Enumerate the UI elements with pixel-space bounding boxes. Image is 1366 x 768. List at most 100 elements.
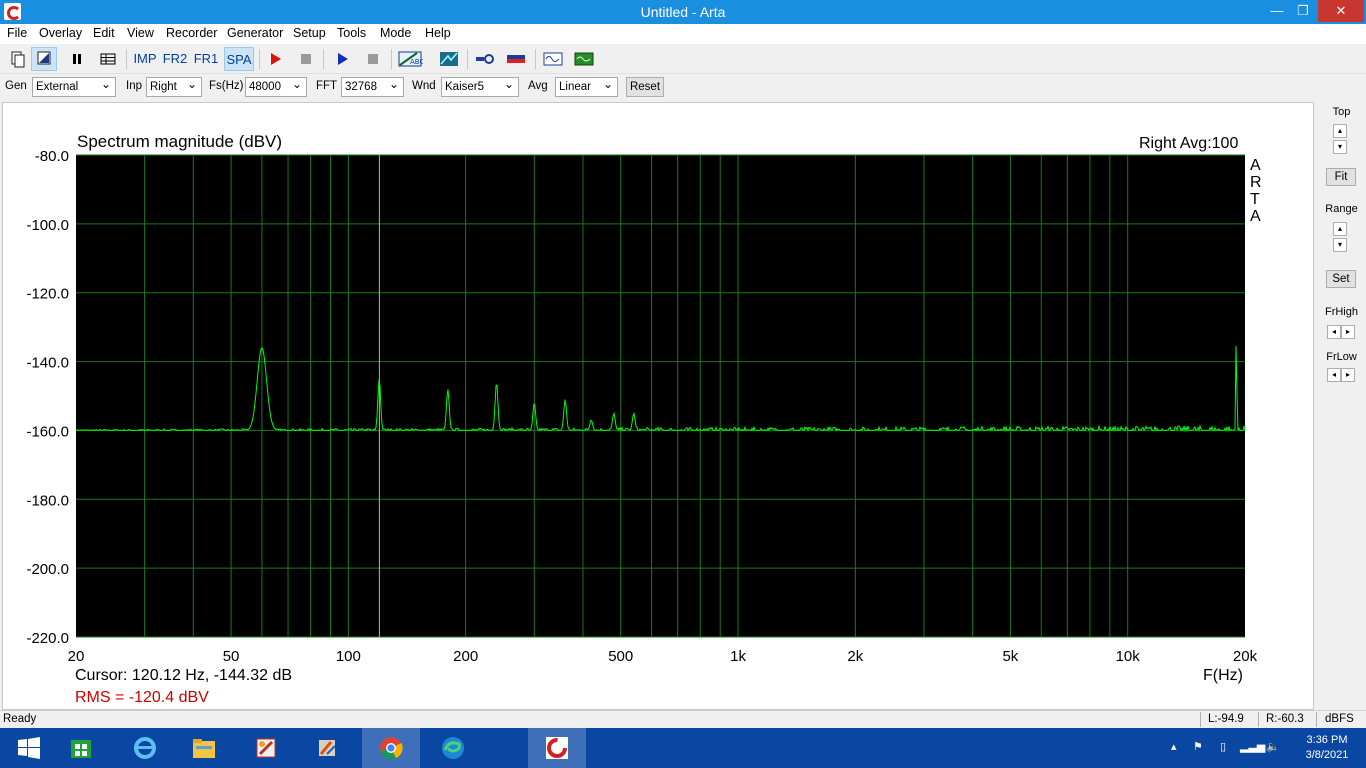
frhigh-right-button[interactable]: ▸	[1341, 325, 1355, 339]
taskbar-chrome[interactable]	[362, 728, 420, 768]
top-down-button[interactable]: ▾	[1333, 140, 1347, 154]
taskbar-store[interactable]	[52, 728, 110, 768]
taskbar-arta[interactable]	[528, 728, 586, 768]
status-bar: Ready L:-94.9 R:-60.3 dBFS	[0, 710, 1366, 728]
gen-select[interactable]: External	[32, 77, 116, 97]
probe-icon[interactable]	[472, 47, 498, 71]
fr2-mode-button[interactable]: FR2	[162, 47, 188, 71]
minimize-button[interactable]: —	[1264, 0, 1290, 22]
svg-text:ABC: ABC	[410, 58, 423, 66]
frhigh-left-button[interactable]: ◂	[1327, 325, 1341, 339]
menu-edit[interactable]: Edit	[93, 26, 115, 40]
taskbar-edge[interactable]	[424, 728, 482, 768]
chrome-icon	[380, 737, 403, 760]
spa-mode-button[interactable]: SPA	[224, 47, 254, 71]
taskbar-app-paint[interactable]	[237, 728, 295, 768]
new-icon[interactable]	[4, 47, 30, 71]
pause-icon[interactable]	[64, 47, 90, 71]
taskbar: ▴ ⚑ ▯ ▂▃▅ 🔈 3:36 PM 3/8/2021	[0, 728, 1366, 768]
flag-icon[interactable]: ⚑	[1193, 740, 1203, 753]
tools-app-icon	[319, 740, 336, 756]
y-axis-ticks: -80.0 -100.0 -120.0 -140.0 -160.0 -180.0 -200.…	[26, 148, 69, 647]
menu-generator[interactable]: Generator	[227, 26, 283, 40]
wnd-select[interactable]: Kaiser5	[441, 77, 519, 97]
avg-label: Avg	[528, 80, 548, 92]
taskbar-app-tools[interactable]	[298, 728, 356, 768]
x-axis-label: F(Hz)	[1203, 667, 1243, 684]
menu-setup[interactable]: Setup	[293, 26, 326, 40]
unit-readout: dBFS	[1325, 713, 1354, 725]
title-bar: Untitled - Arta — ❐ ✕	[0, 0, 1366, 24]
stop-record-icon[interactable]	[293, 47, 319, 71]
meter-icon[interactable]	[503, 47, 529, 71]
fs-label: Fs(Hz)	[209, 80, 244, 92]
rms-readout: RMS = -120.4 dBV	[75, 689, 209, 706]
show-hidden-icons[interactable]: ▴	[1171, 740, 1177, 753]
edge-icon	[442, 737, 464, 759]
frlow-right-button[interactable]: ▸	[1341, 368, 1355, 382]
x-tick-label: 100	[336, 648, 361, 665]
system-clock[interactable]: 3:36 PM 3/8/2021	[1292, 733, 1362, 763]
menu-help[interactable]: Help	[425, 26, 451, 40]
y-tick-label: -160.0	[26, 423, 69, 440]
start-button[interactable]	[0, 728, 58, 768]
x-tick-label: 2k	[847, 648, 863, 665]
waterfall-icon[interactable]	[436, 47, 462, 71]
frlow-label: FrLow	[1326, 351, 1357, 363]
fit-button[interactable]: Fit	[1326, 168, 1356, 186]
plot-background[interactable]	[76, 155, 1245, 637]
reset-button[interactable]: Reset	[626, 77, 664, 97]
menu-recorder[interactable]: Recorder	[166, 26, 217, 40]
network-icon[interactable]: ▂▃▅	[1240, 740, 1265, 753]
watermark-letter-r: R	[1250, 174, 1262, 191]
top-label: Top	[1332, 106, 1351, 118]
cursor-readout: Cursor: 120.12 Hz, -144.32 dB	[75, 667, 292, 684]
sine-generator-icon[interactable]	[540, 47, 566, 71]
menu-file[interactable]: File	[7, 26, 27, 40]
paint-app-icon	[256, 738, 276, 758]
menu-tools[interactable]: Tools	[337, 26, 366, 40]
fr1-mode-button[interactable]: FR1	[193, 47, 219, 71]
y-tick-label: -100.0	[26, 217, 69, 234]
windows-logo-icon	[18, 737, 40, 759]
play-icon[interactable]	[329, 47, 355, 71]
open-icon[interactable]	[31, 47, 57, 71]
stop-play-icon[interactable]	[360, 47, 386, 71]
scope-icon[interactable]	[571, 47, 597, 71]
range-down-button[interactable]: ▾	[1333, 238, 1347, 252]
taskbar-file-explorer[interactable]	[175, 728, 233, 768]
imp-mode-button[interactable]: IMP	[132, 47, 158, 71]
volume-icon[interactable]: 🔈	[1266, 740, 1280, 753]
menu-overlay[interactable]: Overlay	[39, 26, 82, 40]
y-tick-label: -140.0	[26, 355, 69, 372]
record-icon[interactable]	[262, 47, 288, 71]
list-icon[interactable]	[95, 47, 121, 71]
menu-view[interactable]: View	[127, 26, 154, 40]
menu-mode[interactable]: Mode	[380, 26, 411, 40]
taskbar-internet-explorer[interactable]	[116, 728, 174, 768]
toolbar: IMP FR2 FR1 SPA ABC	[0, 44, 1366, 74]
menu-bar: File Overlay Edit View Recorder Generato…	[0, 24, 1366, 44]
y-tick-label: -200.0	[26, 561, 69, 578]
top-up-button[interactable]: ▴	[1333, 124, 1347, 138]
store-icon	[71, 740, 91, 758]
fft-select[interactable]: 32768	[341, 77, 404, 97]
plot-area: Spectrum magnitude (dBV) Right Avg:100 -…	[2, 102, 1314, 710]
right-level-readout: R:-60.3	[1266, 713, 1304, 725]
close-button[interactable]: ✕	[1318, 0, 1364, 22]
set-button[interactable]: Set	[1326, 270, 1356, 288]
spectrum-chart[interactable]: Spectrum magnitude (dBV) Right Avg:100 -…	[3, 103, 1315, 711]
maximize-button[interactable]: ❐	[1290, 0, 1316, 22]
x-tick-label: 500	[608, 648, 633, 665]
battery-icon[interactable]: ▯	[1220, 740, 1226, 753]
watermark-letter-a2: A	[1250, 208, 1261, 225]
arta-icon	[546, 737, 568, 759]
range-up-button[interactable]: ▴	[1333, 222, 1347, 236]
inp-select[interactable]: Right	[146, 77, 202, 97]
avg-select[interactable]: Linear	[555, 77, 618, 97]
fs-select[interactable]: 48000	[245, 77, 307, 97]
abc-analysis-icon[interactable]: ABC	[397, 47, 424, 71]
frlow-left-button[interactable]: ◂	[1327, 368, 1341, 382]
range-label: Range	[1325, 203, 1358, 215]
watermark-letter-a: A	[1250, 157, 1261, 174]
